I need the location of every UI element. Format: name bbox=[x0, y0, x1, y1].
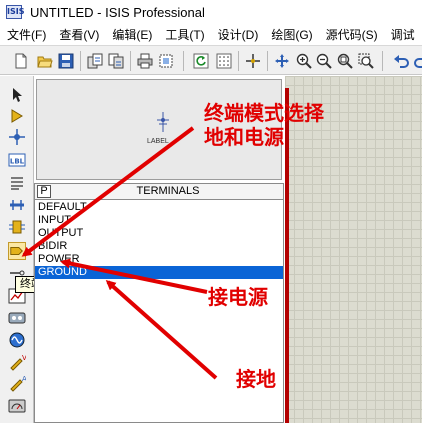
schematic-canvas[interactable] bbox=[285, 76, 422, 423]
zoom-in-icon[interactable] bbox=[296, 53, 312, 69]
menu-edit[interactable]: 编辑(E) bbox=[105, 26, 158, 43]
menu-file[interactable]: 文件(F) bbox=[0, 26, 52, 43]
zoom-area-icon[interactable] bbox=[358, 53, 374, 69]
pick-button[interactable]: P bbox=[37, 185, 51, 198]
open-folder-icon[interactable] bbox=[37, 53, 53, 69]
voltage-probe-icon[interactable]: V bbox=[8, 353, 26, 371]
zoom-all-icon[interactable] bbox=[337, 53, 353, 69]
terminals-panel-title: TERMINALS bbox=[136, 185, 200, 197]
redo-icon[interactable] bbox=[414, 53, 422, 69]
toolbar-separator bbox=[183, 51, 184, 71]
undo-icon[interactable] bbox=[393, 53, 409, 69]
menu-graph[interactable]: 绘图(G) bbox=[264, 26, 318, 43]
print-area-icon[interactable] bbox=[158, 53, 174, 69]
current-probe-icon[interactable]: A bbox=[8, 374, 26, 392]
terminal-item-bidir[interactable]: BIDIR bbox=[35, 240, 283, 253]
component-mode-icon[interactable] bbox=[8, 107, 26, 125]
zoom-out-icon[interactable] bbox=[316, 53, 332, 69]
toolbar-separator bbox=[130, 51, 131, 71]
toolbar-separator bbox=[382, 51, 383, 71]
terminal-item-ground[interactable]: GROUND bbox=[35, 266, 283, 279]
import-section-icon[interactable] bbox=[87, 53, 103, 69]
window-title: UNTITLED - ISIS Professional bbox=[30, 4, 205, 20]
title-bar: ISIS UNTITLED - ISIS Professional bbox=[0, 0, 422, 24]
print-icon[interactable] bbox=[137, 53, 153, 69]
preview-label-text: LABEL bbox=[147, 138, 169, 145]
terminals-list: DEFAULT INPUT OUTPUT BIDIR POWER GROUND bbox=[35, 201, 283, 279]
terminal-item-input[interactable]: INPUT bbox=[35, 214, 283, 227]
toolbar-separator bbox=[238, 51, 239, 71]
pan-icon[interactable] bbox=[274, 53, 290, 69]
origin-icon[interactable] bbox=[245, 53, 261, 69]
annotation-ground: 接地 bbox=[236, 367, 276, 391]
terminals-mode-icon[interactable] bbox=[8, 242, 26, 260]
svg-text:A: A bbox=[22, 375, 26, 383]
export-section-icon[interactable] bbox=[108, 53, 124, 69]
menu-debug[interactable]: 调试 bbox=[384, 26, 421, 43]
annotation-mode-line1: 终端模式选择 bbox=[204, 101, 324, 125]
junction-dot-icon[interactable] bbox=[8, 128, 26, 146]
selection-mode-icon[interactable] bbox=[8, 86, 26, 104]
virtual-instruments-icon[interactable] bbox=[8, 397, 26, 415]
terminal-item-default[interactable]: DEFAULT bbox=[35, 201, 283, 214]
menu-view[interactable]: 查看(V) bbox=[52, 26, 105, 43]
menu-source[interactable]: 源代码(S) bbox=[319, 26, 384, 43]
terminal-item-output[interactable]: OUTPUT bbox=[35, 227, 283, 240]
terminal-item-power[interactable]: POWER bbox=[35, 253, 283, 266]
bus-icon[interactable] bbox=[8, 196, 26, 214]
annotation-power: 接电源 bbox=[208, 285, 268, 309]
svg-text:V: V bbox=[22, 354, 26, 362]
toolbar-separator bbox=[80, 51, 81, 71]
annotation-mode-line2: 地和电源 bbox=[204, 125, 284, 149]
text-script-icon[interactable] bbox=[8, 174, 26, 192]
terminals-panel-header: P TERMINALS bbox=[35, 184, 283, 200]
tape-recorder-icon[interactable] bbox=[8, 309, 26, 327]
wire-label-icon[interactable]: LBL bbox=[8, 151, 26, 169]
isis-app-icon: ISIS bbox=[6, 5, 24, 19]
sheet-border bbox=[285, 88, 289, 423]
new-file-icon[interactable] bbox=[13, 53, 29, 69]
svg-text:LBL: LBL bbox=[10, 158, 25, 166]
mode-toolbar: LBL V A bbox=[0, 76, 34, 423]
subcircuit-icon[interactable] bbox=[8, 218, 26, 236]
toolbar-separator bbox=[267, 51, 268, 71]
main-toolbar bbox=[0, 45, 422, 75]
grid-toggle-icon[interactable] bbox=[216, 53, 232, 69]
generator-icon[interactable] bbox=[8, 331, 26, 349]
menu-bar: 文件(F) 查看(V) 编辑(E) 工具(T) 设计(D) 绘图(G) 源代码(… bbox=[0, 24, 422, 45]
refresh-icon[interactable] bbox=[193, 53, 209, 69]
save-icon[interactable] bbox=[58, 53, 74, 69]
menu-tools[interactable]: 工具(T) bbox=[158, 26, 210, 43]
menu-design[interactable]: 设计(D) bbox=[211, 26, 265, 43]
